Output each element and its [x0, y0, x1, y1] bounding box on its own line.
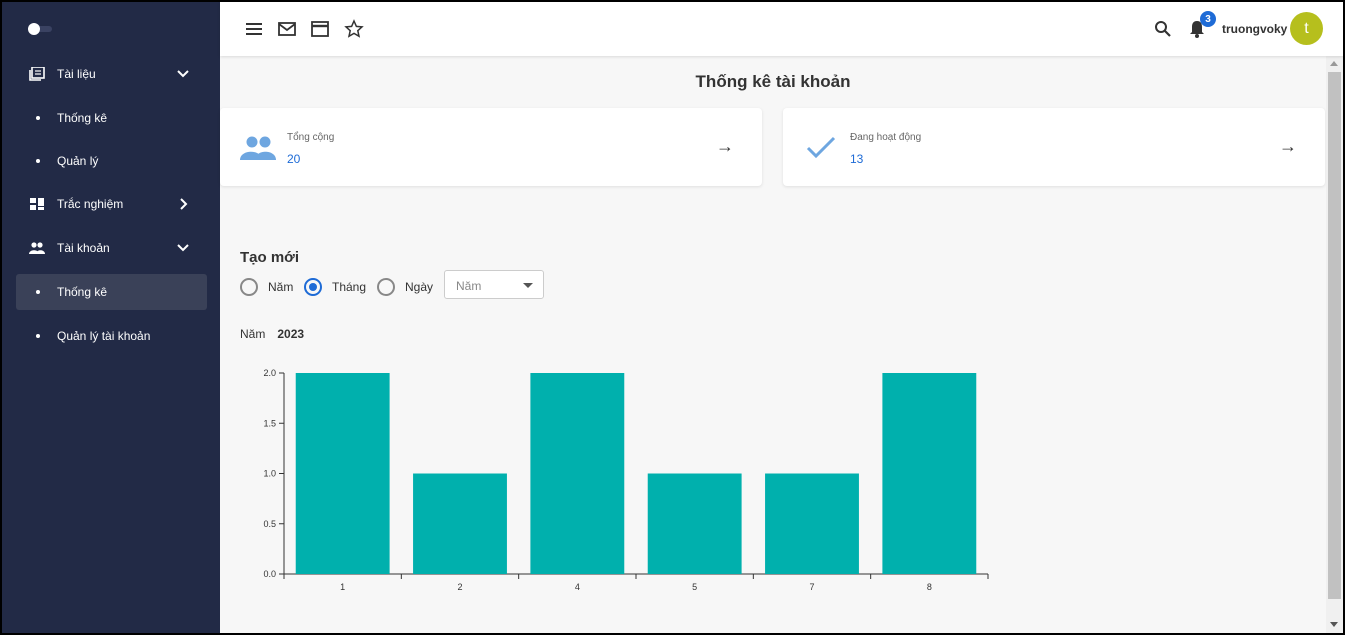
year-label: Năm — [240, 327, 266, 341]
people-icon — [29, 242, 45, 254]
sidebar-item-tai-khoan[interactable]: Tài khoản — [2, 230, 220, 266]
y-tick-label: 0.0 — [263, 569, 276, 579]
scrollbar-thumb[interactable] — [1328, 72, 1341, 599]
username[interactable]: truongvoky — [1222, 22, 1287, 36]
sidebar-item-label: Quản lý — [57, 154, 99, 168]
radio-year[interactable]: Năm — [240, 278, 293, 296]
stat-label: Tổng cộng — [287, 132, 335, 143]
stat-value: 20 — [287, 152, 301, 166]
arrow-right-icon[interactable]: → — [716, 136, 734, 157]
year-select[interactable]: Năm — [444, 270, 544, 299]
theme-toggle[interactable] — [28, 23, 54, 35]
radio-label: Ngày — [405, 280, 434, 294]
x-tick-label: 1 — [340, 582, 345, 592]
y-tick-label: 1.0 — [263, 469, 276, 479]
chevron-right-icon — [180, 198, 188, 210]
arrow-right-icon[interactable]: → — [1279, 136, 1297, 157]
radio-circle — [304, 278, 322, 296]
stat-card-active: Đang hoạt động 13 → — [783, 108, 1325, 186]
sidebar-item-tai-lieu[interactable]: Tài liệu — [2, 56, 220, 92]
x-tick-label: 7 — [809, 582, 814, 592]
bullet-icon — [36, 159, 40, 163]
stat-value: 13 — [850, 152, 864, 166]
radio-label: Năm — [268, 280, 294, 294]
library-books-icon — [29, 67, 45, 81]
bullet-icon — [36, 290, 40, 294]
window-icon[interactable] — [310, 19, 330, 39]
sidebar-item-label: Tài liệu — [57, 67, 96, 81]
dashboard-icon — [30, 198, 44, 210]
select-value: Năm — [456, 279, 482, 293]
chart-bar — [295, 373, 390, 574]
sidebar-subitem-thong-ke[interactable]: Thống kê — [16, 100, 207, 136]
chevron-down-icon — [177, 244, 189, 252]
x-tick-label: 2 — [457, 582, 462, 592]
chart-bar — [530, 373, 625, 574]
search-icon[interactable] — [1153, 19, 1173, 39]
mail-icon[interactable] — [277, 19, 297, 39]
x-tick-label: 8 — [927, 582, 932, 592]
y-tick-label: 0.5 — [263, 519, 276, 529]
bullet-icon — [36, 116, 40, 120]
stat-label: Đang hoạt động — [850, 132, 922, 143]
dropdown-caret-icon — [523, 283, 533, 288]
sidebar-subitem-quan-ly-tai-khoan[interactable]: Quản lý tài khoản — [16, 318, 207, 354]
radio-circle — [240, 278, 258, 296]
star-icon[interactable] — [344, 19, 364, 39]
chart-bar — [765, 473, 859, 574]
page-title: Thống kê tài khoản — [695, 72, 851, 91]
x-tick-label: 4 — [575, 582, 580, 592]
topbar: 3 truongvoky t — [220, 2, 1343, 56]
app-window: Tài liệu Thống kê Quản lý Trắc nghiệm Tà… — [2, 2, 1343, 633]
y-tick-label: 2.0 — [263, 368, 276, 378]
bullet-icon — [36, 334, 40, 338]
chart-bar — [647, 473, 742, 574]
radio-circle — [377, 278, 395, 296]
sidebar-item-label: Trắc nghiệm — [57, 197, 124, 211]
toggle-knob — [28, 23, 40, 35]
scrollbar[interactable] — [1326, 56, 1343, 633]
year-value: 2023 — [277, 327, 305, 341]
year-line: Năm 2023 — [240, 327, 304, 341]
sidebar-item-label: Thống kê — [57, 111, 108, 125]
avatar[interactable]: t — [1290, 12, 1323, 45]
check-icon — [806, 136, 836, 159]
bar-chart: 0.0 0.5 1.0 1.5 2.0 1 2 4 5 7 8 — [263, 368, 989, 592]
sidebar-item-label: Tài khoản — [57, 241, 110, 255]
sidebar-item-label: Quản lý tài khoản — [57, 329, 151, 343]
chart-bar — [413, 473, 507, 574]
scroll-down-icon[interactable] — [1330, 622, 1338, 627]
y-tick-label: 1.5 — [263, 418, 276, 428]
chevron-down-icon — [177, 70, 189, 78]
x-tick-label: 5 — [692, 582, 697, 592]
menu-icon[interactable] — [244, 19, 264, 39]
scroll-up-icon[interactable] — [1330, 61, 1338, 66]
sidebar-item-label: Thống kê — [57, 285, 108, 299]
radio-label: Tháng — [332, 280, 367, 294]
section-title: Tạo mới — [240, 249, 300, 266]
radio-day[interactable]: Ngày — [377, 278, 433, 296]
radio-month[interactable]: Tháng — [304, 278, 366, 296]
sidebar-subitem-thong-ke-tai-khoan[interactable]: Thống kê — [16, 274, 207, 310]
stat-card-total: Tổng cộng 20 → — [220, 108, 762, 186]
sidebar: Tài liệu Thống kê Quản lý Trắc nghiệm Tà… — [2, 2, 220, 633]
sidebar-subitem-quan-ly[interactable]: Quản lý — [16, 143, 207, 179]
notification-badge: 3 — [1200, 11, 1216, 27]
people-icon — [240, 136, 276, 160]
sidebar-item-trac-nghiem[interactable]: Trắc nghiệm — [2, 186, 220, 222]
chart-bar — [882, 373, 977, 574]
